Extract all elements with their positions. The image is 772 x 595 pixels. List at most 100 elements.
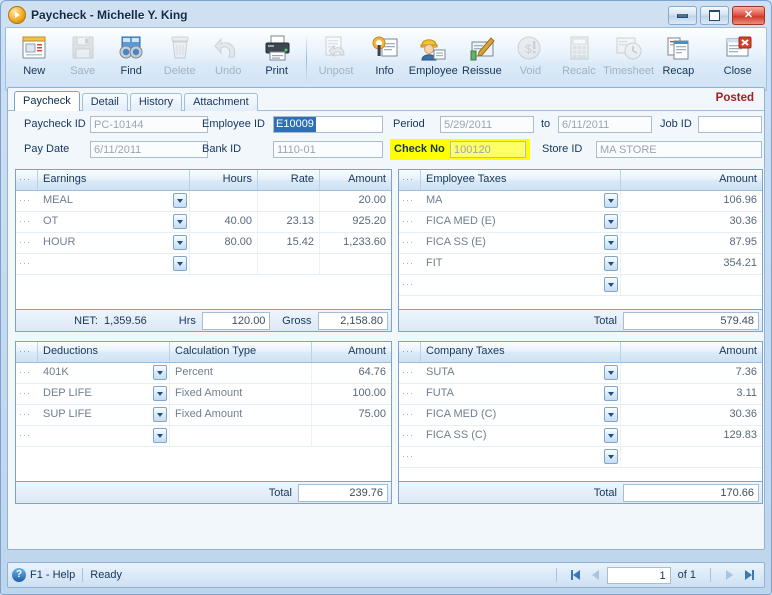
earnings-cell-name[interactable] (38, 254, 190, 274)
earnings-cell-hours[interactable]: 40.00 (190, 212, 258, 232)
earnings-column-amount[interactable]: Amount (320, 170, 391, 190)
row-handle[interactable]: ··· (16, 363, 38, 383)
earnings-cell-hours[interactable] (190, 254, 258, 274)
company-taxes-column-amount[interactable]: Amount (621, 342, 762, 362)
chevron-down-icon[interactable] (604, 193, 618, 208)
employee-taxes-cell-name[interactable]: FIT (421, 254, 621, 274)
row-handle[interactable]: ··· (16, 405, 38, 425)
toolbar-button-reissue[interactable]: Reissue (458, 30, 506, 88)
earnings-cell-rate[interactable]: 15.42 (258, 233, 320, 253)
deductions-column-name[interactable]: Deductions (38, 342, 170, 362)
toolbar-button-recalc[interactable]: Recalc (555, 30, 603, 88)
deductions-cell-name[interactable] (38, 426, 170, 446)
deductions-cell-amount[interactable]: 64.76 (312, 363, 391, 383)
toolbar-button-unpost[interactable]: Unpost (312, 30, 360, 88)
field-check-no[interactable]: 100120 (450, 141, 526, 158)
employee-taxes-cell-amount[interactable] (621, 275, 762, 295)
help-question-icon[interactable]: ? (12, 568, 26, 582)
earnings-column-name[interactable]: Earnings (38, 170, 190, 190)
chevron-down-icon[interactable] (153, 365, 167, 380)
row-handle[interactable]: ··· (16, 191, 38, 211)
earnings-column-rate[interactable]: Rate (258, 170, 320, 190)
tab-detail[interactable]: Detail (81, 93, 128, 111)
toolbar-button-undo[interactable]: Undo (204, 30, 252, 88)
row-handle[interactable]: ··· (16, 426, 38, 446)
deductions-column-amount[interactable]: Amount (312, 342, 391, 362)
toolbar-button-delete[interactable]: Delete (155, 30, 203, 88)
field-store-id[interactable]: MA STORE (596, 141, 762, 158)
earnings-cell-rate[interactable]: 23.13 (258, 212, 320, 232)
row-handle[interactable]: ··· (16, 233, 38, 253)
company-taxes-cell-amount[interactable]: 7.36 (621, 363, 762, 383)
employee-taxes-cell-amount[interactable]: 354.21 (621, 254, 762, 274)
table-row[interactable]: ··· FUTA 3.11 (399, 384, 762, 405)
chevron-down-icon[interactable] (173, 193, 187, 208)
deductions-cell-calc-type[interactable]: Fixed Amount (170, 405, 312, 425)
row-handle[interactable]: ··· (399, 363, 421, 383)
table-row[interactable]: ··· SUP LIFE Fixed Amount 75.00 (16, 405, 391, 426)
deductions-cell-amount[interactable]: 75.00 (312, 405, 391, 425)
employee-taxes-cell-name[interactable]: FICA SS (E) (421, 233, 621, 253)
toolbar-button-print[interactable]: Print (252, 30, 300, 88)
minimize-button[interactable] (668, 6, 697, 25)
chevron-down-icon[interactable] (173, 235, 187, 250)
employee-taxes-cell-name[interactable]: MA (421, 191, 621, 211)
employee-taxes-cell-amount[interactable]: 87.95 (621, 233, 762, 253)
maximize-button[interactable] (700, 6, 729, 25)
chevron-down-icon[interactable] (604, 428, 618, 443)
row-handle[interactable]: ··· (399, 384, 421, 404)
chevron-down-icon[interactable] (604, 214, 618, 229)
row-handle[interactable]: ··· (399, 212, 421, 232)
company-taxes-cell-name[interactable]: SUTA (421, 363, 621, 383)
table-row[interactable]: ··· OT 40.00 23.13 925.20 (16, 212, 391, 233)
field-job-id[interactable] (698, 116, 762, 133)
toolbar-button-employee[interactable]: Employee (409, 30, 458, 88)
chevron-down-icon[interactable] (604, 449, 618, 464)
company-taxes-cell-amount[interactable] (621, 447, 762, 467)
earnings-cell-name[interactable]: OT (38, 212, 190, 232)
employee-taxes-cell-amount[interactable]: 106.96 (621, 191, 762, 211)
chevron-down-icon[interactable] (604, 407, 618, 422)
chevron-down-icon[interactable] (153, 386, 167, 401)
tab-paycheck[interactable]: Paycheck (14, 91, 80, 111)
toolbar-button-new[interactable]: New (10, 30, 58, 88)
field-paycheck-id[interactable]: PC-10144 (90, 116, 208, 133)
next-record-icon[interactable] (721, 567, 738, 584)
row-handle[interactable]: ··· (399, 447, 421, 467)
earnings-cell-rate[interactable] (258, 254, 320, 274)
earnings-cell-hours[interactable] (190, 191, 258, 211)
deductions-cell-amount[interactable] (312, 426, 391, 446)
page-number-input[interactable]: 1 (606, 566, 671, 584)
deductions-cell-name[interactable]: DEP LIFE (38, 384, 170, 404)
row-handle[interactable]: ··· (399, 191, 421, 211)
table-row[interactable]: ··· FICA SS (E) 87.95 (399, 233, 762, 254)
earnings-cell-amount[interactable]: 20.00 (320, 191, 391, 211)
row-handle[interactable]: ··· (16, 384, 38, 404)
table-row[interactable]: ··· FICA MED (C) 30.36 (399, 405, 762, 426)
deductions-column-calc-type[interactable]: Calculation Type (170, 342, 312, 362)
company-taxes-cell-name[interactable] (421, 447, 621, 467)
help-label[interactable]: F1 - Help (30, 569, 75, 581)
row-handle[interactable]: ··· (16, 212, 38, 232)
row-handle[interactable]: ··· (399, 233, 421, 253)
chevron-down-icon[interactable] (604, 365, 618, 380)
company-taxes-cell-amount[interactable]: 129.83 (621, 426, 762, 446)
table-row[interactable]: ··· HOUR 80.00 15.42 1,233.60 (16, 233, 391, 254)
deductions-cell-amount[interactable]: 100.00 (312, 384, 391, 404)
table-row[interactable]: ··· FICA MED (E) 30.36 (399, 212, 762, 233)
row-handle[interactable]: ··· (399, 254, 421, 274)
table-row[interactable]: ··· DEP LIFE Fixed Amount 100.00 (16, 384, 391, 405)
deductions-cell-name[interactable]: 401K (38, 363, 170, 383)
field-bank-id[interactable]: 1110-01 (273, 141, 383, 158)
table-row-new[interactable]: ··· (399, 275, 762, 296)
field-period-from[interactable]: 5/29/2011 (440, 116, 534, 133)
deductions-cell-calc-type[interactable]: Fixed Amount (170, 384, 312, 404)
earnings-cell-hours[interactable]: 80.00 (190, 233, 258, 253)
chevron-down-icon[interactable] (153, 407, 167, 422)
toolbar-button-close[interactable]: Close (713, 30, 761, 88)
toolbar-button-void[interactable]: $ Void (506, 30, 554, 88)
toolbar-button-recap[interactable]: Recap (654, 30, 702, 88)
table-row[interactable]: ··· SUTA 7.36 (399, 363, 762, 384)
company-taxes-cell-name[interactable]: FICA MED (C) (421, 405, 621, 425)
company-taxes-column-name[interactable]: Company Taxes (421, 342, 621, 362)
